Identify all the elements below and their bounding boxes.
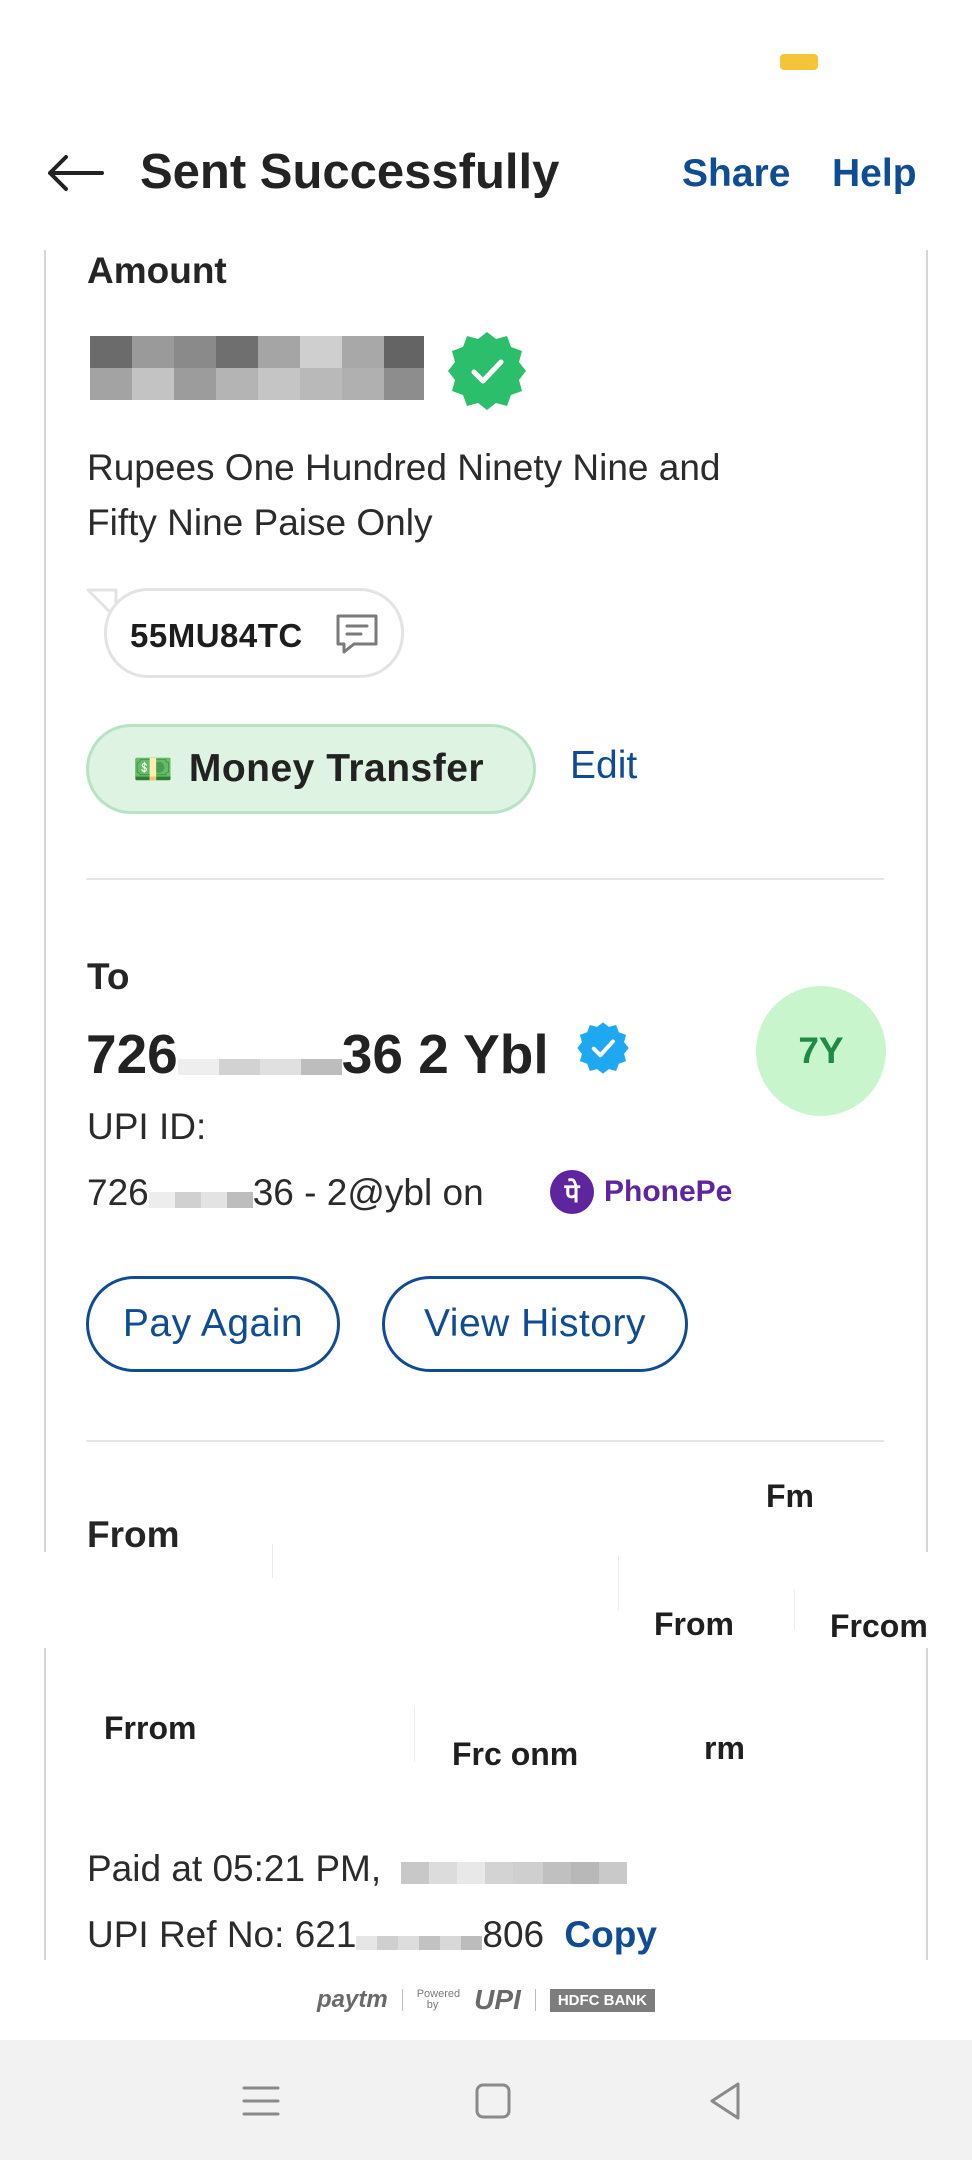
home-icon[interactable] bbox=[468, 2076, 518, 2126]
back-arrow-icon bbox=[48, 155, 104, 191]
divider bbox=[86, 878, 884, 880]
verified-badge-icon bbox=[576, 1021, 630, 1088]
from-glitch-text: From bbox=[654, 1606, 734, 1642]
from-glitch-text: Frc onm bbox=[452, 1736, 579, 1772]
render-artifact-line bbox=[414, 1706, 415, 1762]
amount-in-words: Rupees One Hundred Ninety Nine and Fifty… bbox=[87, 447, 721, 543]
page-title: Sent Successfully bbox=[140, 145, 560, 199]
to-label: To bbox=[87, 956, 130, 997]
upi-logo: UPI bbox=[474, 1984, 521, 2015]
back-button[interactable] bbox=[44, 148, 106, 198]
from-label: From bbox=[87, 1514, 180, 1555]
view-history-button[interactable]: View History bbox=[382, 1276, 688, 1372]
system-navigation-bar bbox=[0, 2040, 972, 2160]
powered-by-text: Powered by bbox=[416, 1988, 461, 2011]
success-check-icon bbox=[448, 332, 526, 410]
phonepe-brand: पे PhonePe bbox=[550, 1170, 732, 1214]
recipient-name-suffix: 36 2 Ybl bbox=[341, 1023, 549, 1086]
render-artifact-line bbox=[794, 1590, 795, 1630]
help-button[interactable]: Help bbox=[832, 152, 917, 196]
paid-date-redacted bbox=[401, 1854, 628, 1885]
amount-value-redacted bbox=[90, 336, 424, 400]
phonepe-logo-icon: पे bbox=[550, 1170, 594, 1214]
render-artifact-line bbox=[618, 1556, 619, 1610]
pay-again-button[interactable]: Pay Again bbox=[86, 1276, 340, 1372]
share-button[interactable]: Share bbox=[682, 152, 790, 196]
paytm-logo: paytm bbox=[317, 1986, 388, 2013]
upi-ref-prefix: UPI Ref No: 621 bbox=[87, 1914, 357, 1956]
message-icon[interactable] bbox=[334, 612, 380, 656]
category-chip[interactable]: 💵 Money Transfer bbox=[86, 724, 536, 814]
from-section: From Fm From Frcom Frrom Frc onm rm bbox=[0, 1470, 972, 1790]
recipient-avatar: 7Y bbox=[756, 986, 886, 1116]
from-glitch-text: Frrom bbox=[104, 1710, 197, 1746]
upi-id-redacted bbox=[148, 1177, 253, 1209]
amount-label: Amount bbox=[87, 250, 227, 291]
hdfc-bank-logo: HDFC BANK bbox=[549, 1988, 655, 2012]
upi-id-suffix: 36 - 2@ybl on bbox=[252, 1172, 484, 1214]
edit-category-link[interactable]: Edit bbox=[570, 744, 637, 788]
category-label: Money Transfer bbox=[188, 747, 485, 790]
status-bar-indicator bbox=[780, 54, 818, 70]
upi-id-value: 726 36 - 2@ybl on bbox=[87, 1170, 484, 1214]
recipient-name-prefix: 726 bbox=[86, 1023, 178, 1086]
payment-note: 55MU84TC bbox=[130, 617, 303, 654]
upi-ref-redacted bbox=[356, 1920, 483, 1951]
recipient-name-redacted bbox=[177, 1033, 342, 1076]
from-glitch-text: Fm bbox=[766, 1478, 814, 1514]
divider bbox=[86, 1440, 884, 1442]
upi-id-label: UPI ID: bbox=[87, 1106, 207, 1147]
separator bbox=[401, 1989, 403, 2011]
recipient-name: 726 36 2 Ybl bbox=[86, 1018, 630, 1088]
back-nav-icon[interactable] bbox=[700, 2076, 750, 2126]
from-glitch-text: Frcom bbox=[830, 1608, 928, 1644]
upi-ref-line: UPI Ref No: 621 806 Copy bbox=[87, 1912, 657, 1956]
upi-ref-suffix: 806 bbox=[482, 1914, 545, 1956]
separator bbox=[534, 1989, 536, 2011]
paid-at-line: Paid at 05:21 PM, bbox=[87, 1846, 628, 1890]
menu-icon[interactable] bbox=[236, 2076, 286, 2126]
paid-at-text: Paid at 05:21 PM, bbox=[87, 1848, 382, 1890]
money-icon: 💵 bbox=[133, 751, 173, 787]
phonepe-label: PhonePe bbox=[604, 1175, 733, 1208]
from-glitch-text: rm bbox=[704, 1730, 745, 1766]
render-artifact-line bbox=[272, 1544, 273, 1578]
upi-id-prefix: 726 bbox=[87, 1172, 149, 1214]
powered-by-bar: paytm Powered by UPI HDFC BANK bbox=[0, 1984, 972, 2016]
app-header: Sent Successfully Share Help bbox=[0, 130, 972, 220]
copy-ref-button[interactable]: Copy bbox=[564, 1914, 657, 1956]
